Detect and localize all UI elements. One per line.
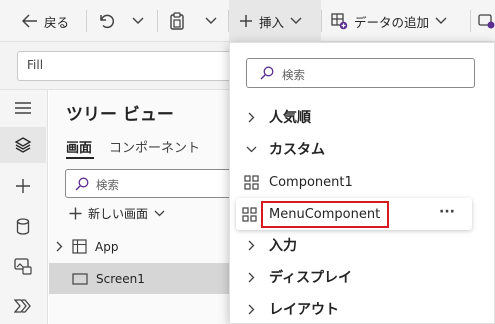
add-data-label: データの追加: [354, 14, 430, 30]
insert-label: 挿入: [259, 14, 285, 30]
chevron-down-icon: [290, 17, 302, 25]
separator: [86, 10, 87, 32]
tree-item-label: Screen1: [96, 271, 145, 286]
tree-item-screen1[interactable]: Screen1: [49, 263, 239, 294]
tree-view-button[interactable]: [0, 127, 46, 163]
tab-components[interactable]: コンポーネント: [109, 137, 200, 156]
power-automate-icon: [14, 299, 32, 313]
category-input[interactable]: 入力: [232, 229, 474, 261]
tree-item-app[interactable]: App: [49, 231, 239, 262]
new-media-button[interactable]: [478, 0, 495, 42]
separator: [470, 10, 471, 32]
new-screen-button[interactable]: 新しい画面: [69, 205, 165, 222]
insert-rail-button[interactable]: [0, 168, 46, 204]
chevron-down-icon: [205, 17, 217, 25]
category-custom[interactable]: カスタム: [232, 133, 474, 165]
tree-view-title: ツリー ビュー: [66, 105, 174, 125]
separator: [321, 10, 322, 32]
screen-icon: [72, 272, 88, 285]
tree-item-label: App: [95, 239, 119, 254]
chevron-down-icon: [132, 17, 144, 25]
category-display[interactable]: ディスプレイ: [232, 261, 474, 293]
category-label: 人気順: [269, 110, 311, 126]
component-item-component1[interactable]: Component1: [232, 166, 474, 198]
tab-screens[interactable]: 画面: [66, 137, 92, 156]
data-rail-button[interactable]: [0, 208, 46, 244]
tab-active-indicator: [66, 157, 94, 159]
category-label: ディスプレイ: [269, 270, 353, 286]
database-add-icon: [331, 12, 348, 30]
hamburger-menu-button[interactable]: [0, 90, 46, 126]
chevron-down-icon: [246, 146, 257, 153]
back-button[interactable]: 戻る: [22, 0, 69, 42]
highlight-box: [261, 201, 389, 228]
component-label: Component1: [269, 174, 353, 190]
clipboard-icon: [169, 12, 185, 30]
plus-icon: [239, 14, 253, 28]
chevron-down-icon: [435, 17, 447, 25]
plus-icon: [69, 207, 82, 220]
component-icon: [244, 174, 259, 190]
power-automate-rail-button[interactable]: [0, 288, 46, 324]
insert-button[interactable]: 挿入: [229, 0, 321, 42]
search-icon: [75, 177, 89, 191]
component-icon: [242, 206, 257, 222]
undo-button[interactable]: [98, 0, 114, 42]
add-data-button[interactable]: データの追加: [331, 0, 447, 42]
category-label: レイアウト: [269, 302, 339, 318]
insert-search-input[interactable]: 検索: [246, 58, 475, 88]
tree-search-input[interactable]: 検索: [65, 169, 240, 198]
property-selector[interactable]: Fill: [17, 51, 247, 81]
more-options-button[interactable]: ···: [439, 204, 455, 220]
layers-icon: [14, 136, 32, 154]
arrow-left-icon: [22, 14, 38, 28]
plus-icon: [15, 178, 31, 194]
tree-search-placeholder: 検索: [96, 178, 119, 192]
paste-dropdown-button[interactable]: [205, 0, 217, 42]
database-icon: [16, 217, 30, 235]
chevron-right-icon: [56, 241, 63, 252]
chevron-right-icon: [248, 240, 255, 251]
chevron-right-icon: [248, 304, 255, 315]
undo-dropdown-button[interactable]: [132, 0, 144, 42]
media-rail-button[interactable]: [0, 248, 46, 284]
category-layout[interactable]: レイアウト: [232, 293, 474, 324]
hamburger-icon: [14, 101, 32, 115]
paste-button[interactable]: [169, 0, 185, 42]
chevron-right-icon: [248, 112, 255, 123]
category-popular[interactable]: 人気順: [232, 101, 474, 133]
category-label: 入力: [269, 238, 297, 254]
chevron-down-icon: [154, 210, 165, 217]
new-screen-label: 新しい画面: [88, 207, 149, 221]
insert-search-placeholder: 検索: [282, 68, 305, 82]
separator: [157, 10, 158, 32]
back-label: 戻る: [44, 14, 70, 30]
search-icon: [260, 66, 274, 80]
app-icon: [72, 239, 87, 254]
media-add-icon: [478, 13, 495, 29]
category-label: カスタム: [269, 142, 325, 158]
media-icon: [14, 257, 32, 275]
chevron-right-icon: [248, 272, 255, 283]
undo-icon: [98, 13, 114, 29]
